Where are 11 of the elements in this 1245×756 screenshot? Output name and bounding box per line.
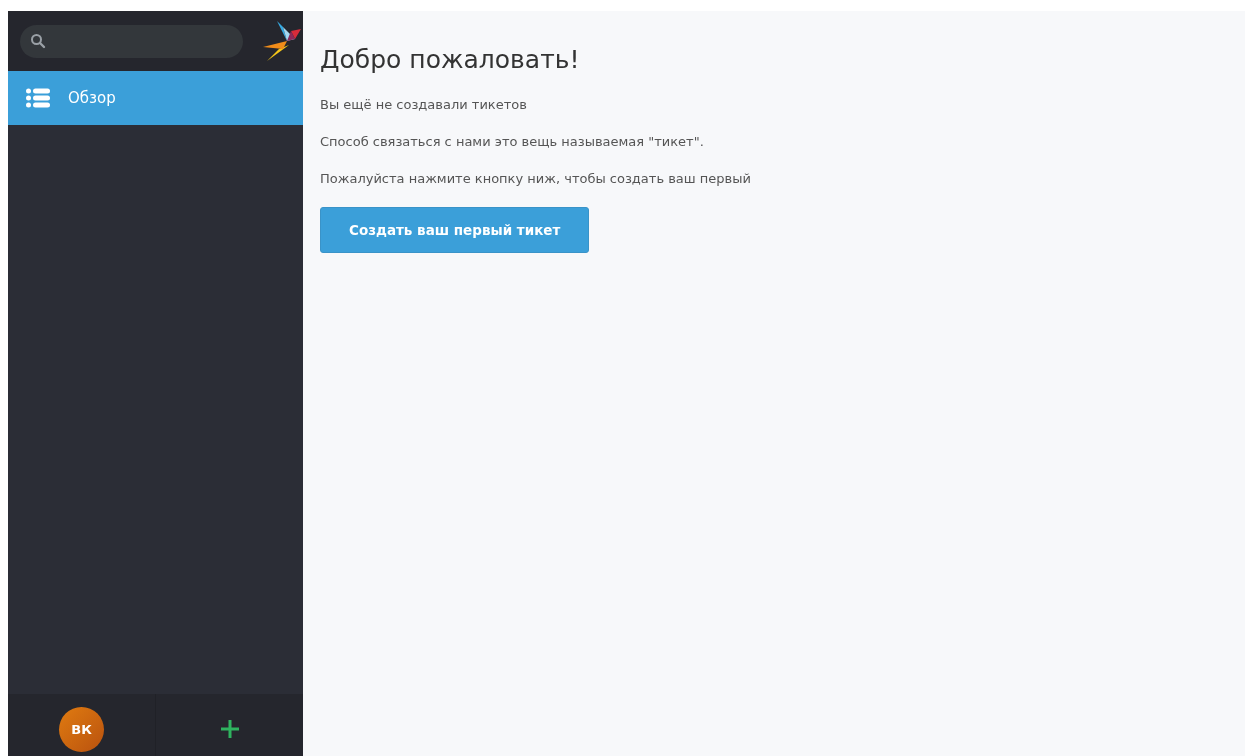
user-avatar[interactable]: ВК (59, 706, 104, 752)
search-icon (30, 33, 46, 49)
body-text: Пожалуйста нажмите кнопку ниж, чтобы создать ваш первый (320, 170, 752, 188)
body-text: Способ связаться с нами это вещь называемая "тикет". (320, 133, 705, 151)
plus-icon[interactable] (219, 719, 240, 739)
list-icon (26, 88, 50, 108)
body-text: Вы ещё не создавали тикетов (320, 96, 528, 114)
nav-item[interactable]: Обзор (8, 71, 303, 125)
page-title: Добро пожаловать! (320, 45, 581, 74)
create-ticket-button[interactable]: Создать ваш первый тикет (320, 207, 590, 253)
search-field[interactable] (20, 24, 243, 58)
